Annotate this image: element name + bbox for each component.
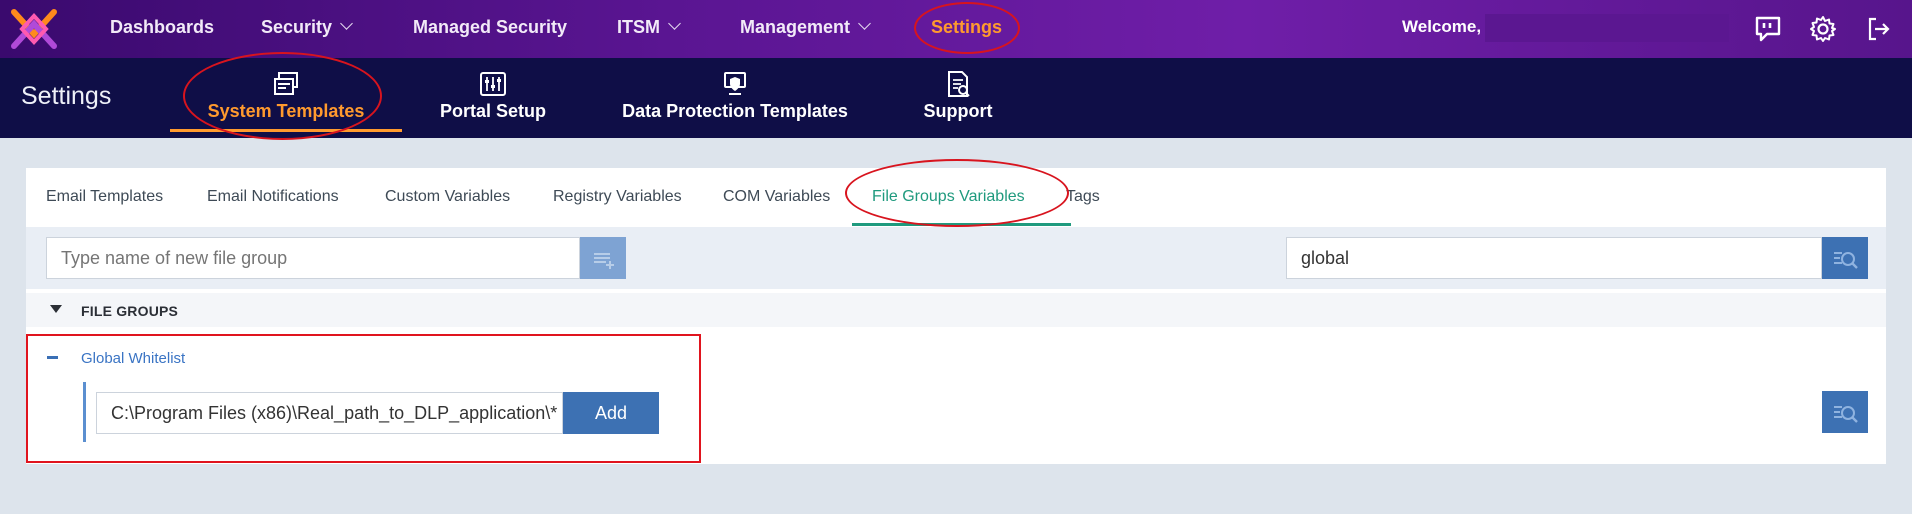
nav-dashboards-label: Dashboards (110, 17, 215, 37)
tab-tags[interactable]: Tags (1066, 168, 1100, 227)
feedback-icon[interactable] (1753, 14, 1783, 44)
file-groups-card: Email Templates Email Notifications Cust… (26, 159, 1886, 464)
sliders-icon (480, 72, 506, 96)
caret-down-icon (50, 305, 62, 313)
file-groups-header-label: FILE GROUPS (81, 303, 179, 319)
annotation-circle-system-templates (183, 52, 382, 140)
search-list-icon (1834, 406, 1858, 423)
file-groups-toolbar: global (26, 227, 1886, 289)
redacted-username (1485, 14, 1729, 42)
top-navigation-bar: Dashboards Security Managed Security ITS… (0, 0, 1912, 58)
add-file-group-button[interactable] (580, 237, 626, 279)
nav-management-label: Management (740, 17, 851, 37)
annotation-circle-file-groups-variables (845, 159, 1069, 227)
settings-tabs: Email Templates Email Notifications Cust… (26, 159, 1886, 227)
nav-itsm[interactable]: ITSM (617, 0, 681, 58)
chevron-down-icon (668, 17, 681, 30)
annotation-circle-settings (914, 2, 1020, 54)
subtab-support[interactable]: Support (918, 58, 998, 138)
gear-icon[interactable] (1808, 14, 1838, 44)
search-button[interactable] (1822, 237, 1868, 279)
tab-registry-variables[interactable]: Registry Variables (553, 168, 682, 227)
tab-email-notifications[interactable]: Email Notifications (207, 168, 339, 227)
annotation-box-global-whitelist (26, 334, 701, 463)
welcome-text: Welcome, (1402, 17, 1482, 36)
nav-dashboards[interactable]: Dashboards (110, 0, 214, 58)
nav-security[interactable]: Security (261, 0, 353, 58)
file-groups-header[interactable]: FILE GROUPS (26, 293, 1886, 327)
subtab-data-protection-templates[interactable]: Data Protection Templates (612, 58, 858, 138)
search-input[interactable]: global (1286, 237, 1822, 279)
nav-managed-security[interactable]: Managed Security (413, 0, 567, 58)
nav-itsm-label: ITSM (617, 17, 660, 37)
tab-email-templates[interactable]: Email Templates (46, 168, 163, 227)
tab-custom-variables[interactable]: Custom Variables (385, 168, 510, 227)
chevron-down-icon (340, 17, 353, 30)
group-search-button[interactable] (1822, 391, 1868, 433)
settings-subheader: Settings System Templates Portal Setup D… (0, 52, 1912, 140)
subtab-label: Support (923, 101, 993, 121)
nav-security-label: Security (261, 17, 333, 37)
nav-managed-security-label: Managed Security (413, 17, 568, 37)
subtab-label: Portal Setup (439, 101, 546, 121)
logout-icon[interactable] (1863, 14, 1893, 44)
support-doc-icon (948, 71, 970, 97)
shield-screen-icon (724, 72, 746, 95)
subtab-portal-setup[interactable]: Portal Setup (422, 58, 564, 138)
new-file-group-input[interactable] (46, 237, 580, 279)
nav-management[interactable]: Management (740, 0, 871, 58)
search-list-icon (1834, 252, 1858, 269)
app-logo-icon[interactable] (8, 6, 60, 52)
page-title: Settings (21, 82, 112, 110)
subtab-label: Data Protection Templates (622, 101, 848, 121)
chevron-down-icon (858, 17, 871, 30)
tab-com-variables[interactable]: COM Variables (723, 168, 830, 227)
add-list-icon (594, 253, 614, 269)
